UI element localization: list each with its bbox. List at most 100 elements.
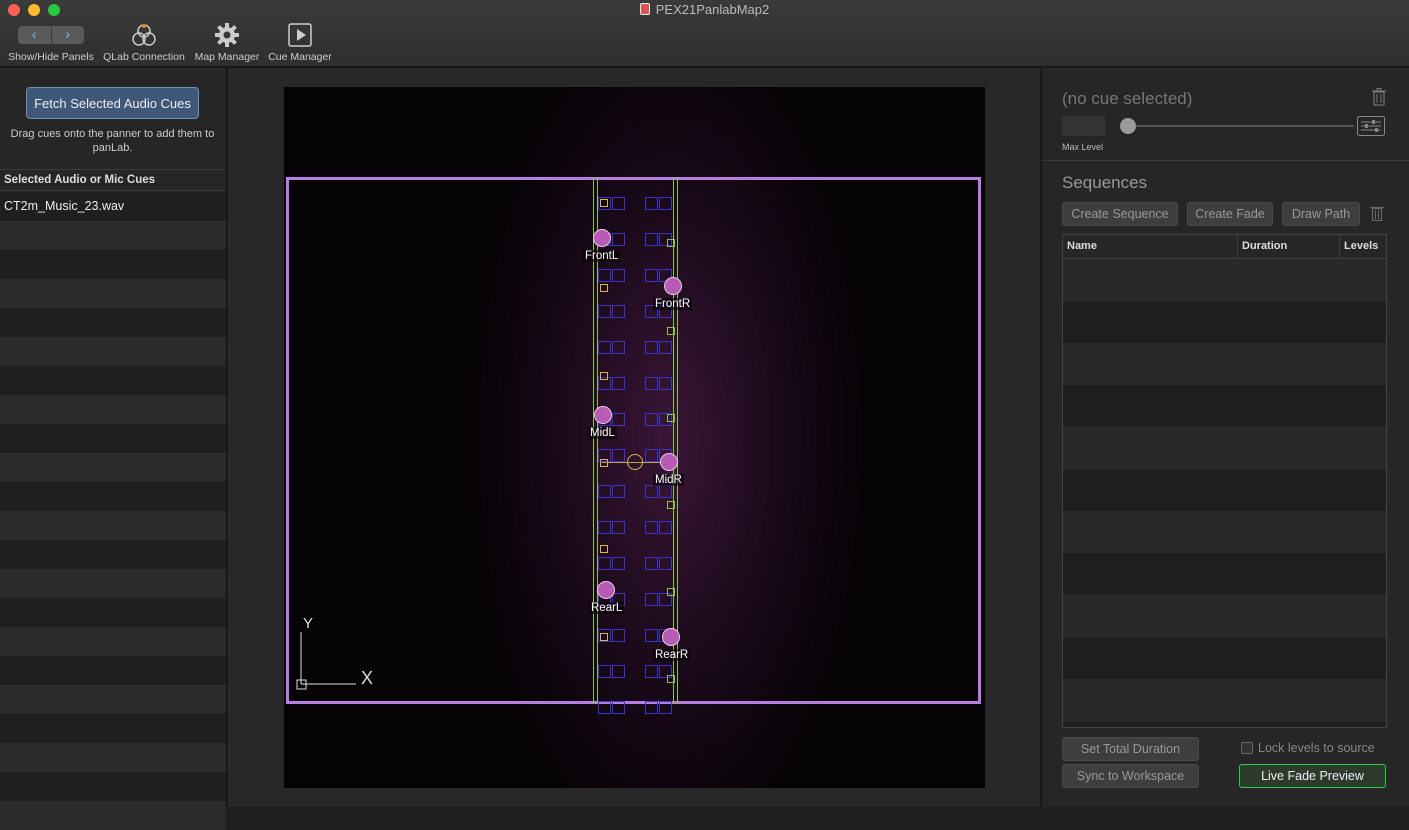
level-slider-knob[interactable] [1120, 118, 1136, 134]
seat-marker [645, 233, 658, 246]
column-header-levels[interactable]: Levels [1340, 235, 1386, 258]
column-header-name[interactable]: Name [1063, 235, 1238, 258]
mixer-icon[interactable] [1357, 116, 1385, 136]
trash-icon[interactable] [1370, 205, 1384, 221]
speaker-label-rearl: RearL [589, 602, 625, 614]
trash-icon[interactable] [1371, 88, 1387, 106]
sequences-title: Sequences [1062, 173, 1148, 192]
speaker-label-midr: MidR [653, 474, 684, 486]
seat-marker [645, 521, 658, 534]
table-row [1063, 595, 1386, 637]
speaker-fixture-icon [667, 675, 675, 683]
lock-levels-label: Lock levels to source [1258, 741, 1375, 755]
title-toolbar: PEX21PanlabMap2 ‹ › Show/Hide Panels QLab… [0, 0, 1409, 67]
mic-position-marker[interactable] [627, 454, 643, 470]
table-row [1063, 343, 1386, 385]
seat-marker [645, 557, 658, 570]
list-item [0, 221, 226, 250]
fetch-selected-audio-cues-button[interactable]: Fetch Selected Audio Cues [26, 87, 199, 119]
play-icon [288, 23, 312, 47]
seat-marker [659, 341, 672, 354]
seat-marker [645, 593, 658, 606]
create-sequence-button[interactable]: Create Sequence [1062, 202, 1178, 226]
show-hide-panels-button[interactable]: ‹ › Show/Hide Panels [6, 22, 96, 63]
seat-marker [598, 485, 611, 498]
panner-canvas[interactable]: FrontL FrontR MidL MidR RearL RearR Y X [284, 87, 985, 788]
speaker-label-frontl: FrontL [583, 250, 621, 262]
list-item [0, 598, 226, 627]
seat-marker [598, 269, 611, 282]
speaker-dot-rearr[interactable] [662, 628, 680, 646]
live-fade-preview-button[interactable]: Live Fade Preview [1239, 764, 1386, 788]
qlab-connection-label: QLab Connection [103, 51, 185, 63]
sync-to-workspace-button[interactable]: Sync to Workspace [1062, 764, 1199, 788]
cue-manager-button[interactable]: Cue Manager [266, 22, 334, 63]
list-item [0, 337, 226, 366]
speaker-fixture-icon [667, 501, 675, 509]
list-item [0, 424, 226, 453]
column-header-duration[interactable]: Duration [1238, 235, 1340, 258]
list-item [0, 511, 226, 540]
panner-area: FrontL FrontR MidL MidR RearL RearR Y X [228, 68, 1040, 807]
speaker-dot-frontl[interactable] [593, 229, 611, 247]
set-total-duration-button[interactable]: Set Total Duration [1062, 737, 1199, 761]
seat-marker [598, 665, 611, 678]
axis-indicator: Y X [296, 615, 373, 690]
speaker-dot-frontr[interactable] [664, 277, 682, 295]
lock-levels-option[interactable]: Lock levels to source [1241, 741, 1375, 755]
axis-x-label: X [361, 668, 373, 688]
speaker-fixture-icon [600, 633, 608, 641]
seat-marker [598, 305, 611, 318]
list-item [0, 714, 226, 743]
seat-marker [612, 413, 625, 426]
seat-marker [598, 701, 611, 714]
qlab-connection-button[interactable]: QLab Connection [100, 22, 188, 63]
list-item [0, 308, 226, 337]
speaker-label-rearr: RearR [653, 649, 691, 661]
speaker-label-frontr: FrontR [653, 298, 693, 310]
speaker-dot-midl[interactable] [594, 406, 612, 424]
create-fade-button[interactable]: Create Fade [1187, 202, 1273, 226]
speaker-dot-midr[interactable] [660, 453, 678, 471]
speaker-fixture-icon [600, 459, 608, 467]
table-row [1063, 469, 1386, 511]
seat-marker [645, 701, 658, 714]
seat-marker [659, 197, 672, 210]
drag-hint-text: Drag cues onto the panner to add them to… [10, 128, 215, 154]
seat-marker [645, 197, 658, 210]
table-row [1063, 637, 1386, 679]
max-level-field[interactable] [1062, 116, 1105, 136]
seat-marker [645, 485, 658, 498]
level-slider-track[interactable] [1128, 125, 1354, 127]
seat-marker [645, 413, 658, 426]
axis-y-label: Y [303, 615, 313, 632]
seat-marker [612, 377, 625, 390]
speaker-label-midl: MidL [588, 427, 617, 439]
sequence-table: Name Duration Levels [1062, 234, 1387, 728]
speaker-dot-rearl[interactable] [597, 581, 615, 599]
list-item [0, 801, 226, 830]
speaker-fixture-icon [667, 414, 675, 422]
seat-marker [659, 521, 672, 534]
seat-marker [612, 485, 625, 498]
speaker-fixture-icon [600, 545, 608, 553]
window-title: PEX21PanlabMap2 [0, 2, 1409, 17]
list-item [0, 453, 226, 482]
seat-marker [612, 305, 625, 318]
table-row [1063, 721, 1386, 727]
table-row [1063, 259, 1386, 301]
lock-levels-checkbox[interactable] [1241, 742, 1253, 754]
draw-path-button[interactable]: Draw Path [1282, 202, 1360, 226]
table-row [1063, 385, 1386, 427]
seat-marker [612, 341, 625, 354]
map-manager-button[interactable]: Map Manager [192, 22, 262, 63]
cue-list: CT2m_Music_23.wav [0, 192, 226, 830]
seat-marker [659, 485, 672, 498]
speaker-fixture-icon [600, 284, 608, 292]
speaker-fixture-icon [667, 327, 675, 335]
table-row [1063, 427, 1386, 469]
seat-marker [659, 377, 672, 390]
max-level-label: Max Level [1062, 142, 1104, 152]
list-item[interactable]: CT2m_Music_23.wav [0, 192, 226, 221]
show-hide-panels-label: Show/Hide Panels [8, 51, 94, 63]
